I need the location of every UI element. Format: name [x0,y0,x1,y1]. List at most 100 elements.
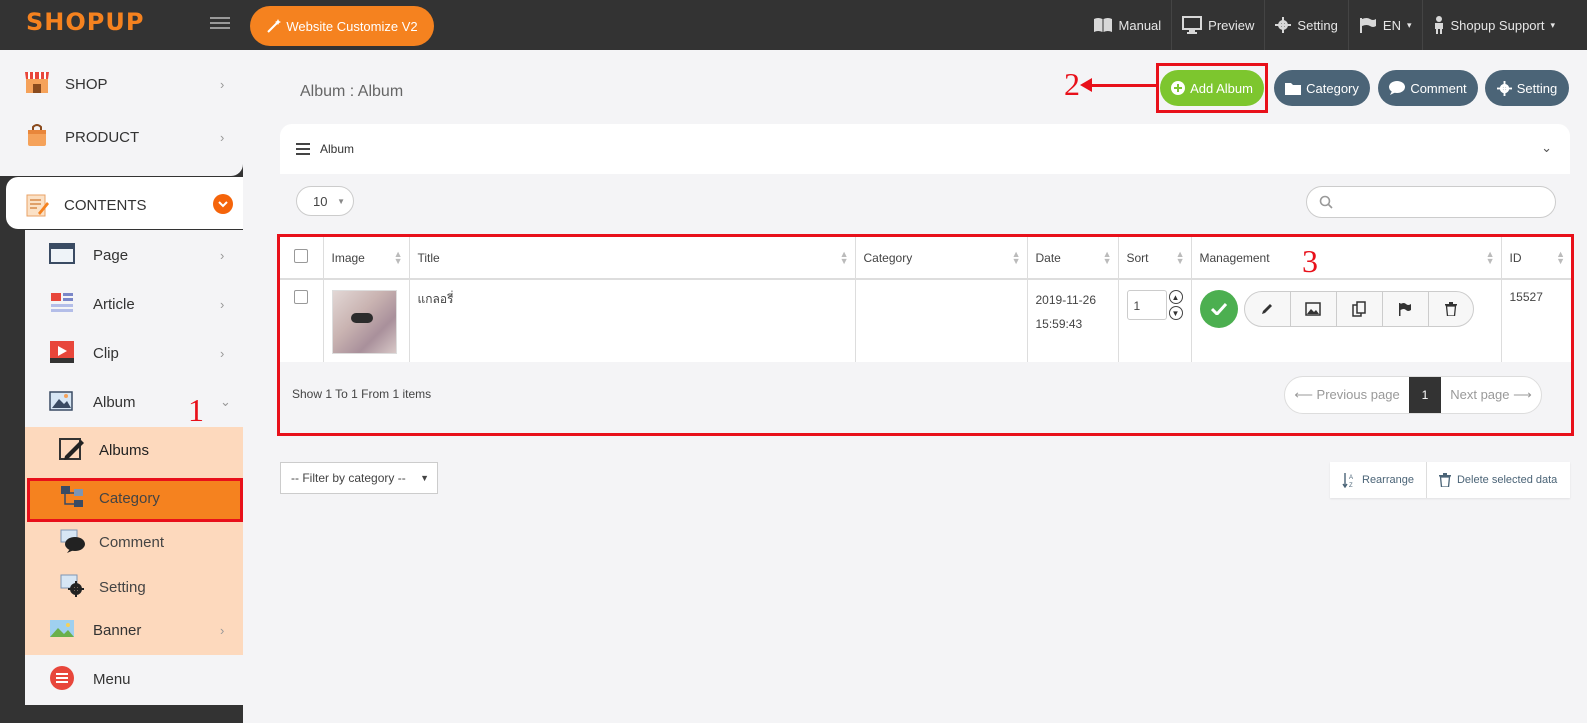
photo-album-icon [49,391,73,411]
list-menu-icon [50,666,74,690]
sidebar-item-shop[interactable]: SHOP › [0,60,243,108]
next-page-button[interactable]: Next page ⟶ [1441,387,1541,403]
sidebar-item-setting[interactable]: Setting [25,565,243,609]
sidebar-item-albums[interactable]: Albums [27,428,243,472]
sort-icon: ▲ ▼ [1175,249,1185,266]
rearrange-button[interactable]: AZ Rearrange [1330,462,1427,498]
setting-button[interactable]: Setting [1485,70,1569,106]
card-title: Album [320,142,355,156]
sort-order-input[interactable]: 1 [1126,290,1167,320]
sort-icon: ▲ ▼ [1011,249,1021,266]
flag-button[interactable] [1383,292,1429,326]
column-id[interactable]: ID ▲ ▼ [1501,237,1571,280]
shopping-bag-icon [28,124,46,146]
row-checkbox[interactable] [294,290,308,304]
sidebar-item-article[interactable]: Article › [25,282,243,326]
language-dropdown[interactable]: EN ▾ [1347,0,1422,50]
page-size-value: 10 [313,193,328,209]
table-row: แกลอรี่ 2019-11-26 15:59:43 1 ▲ ▼ 15527 [280,279,1571,365]
row-action-group [1243,291,1474,327]
shopup-logo[interactable]: SHOPUP [26,8,144,36]
banner-image-icon [50,620,74,637]
column-management[interactable]: Management ▲ ▼ [1191,237,1502,280]
shop-icon [25,72,49,93]
flag-icon [1399,303,1411,316]
category-tree-icon [61,486,83,507]
sidebar-item-album[interactable]: Album ⌄ [25,380,243,424]
caret-down-icon: ▾ [1406,19,1412,30]
album-thumbnail[interactable] [331,290,397,354]
sort-up-icon[interactable]: ▲ [1168,290,1183,304]
sidebar-item-page[interactable]: Page › [25,233,243,277]
delete-selected-button[interactable]: Delete selected data [1427,462,1569,498]
comment-button[interactable]: Comment [1378,70,1478,106]
copy-icon [1352,301,1366,317]
sort-down-icon[interactable]: ▼ [1168,306,1183,320]
svg-text:Z: Z [1349,483,1353,488]
delete-selected-label: Delete selected data [1456,474,1558,486]
category-filter-select[interactable]: -- Filter by category -- ▼ [280,462,438,494]
card-header: Album ⌄ [280,124,1570,174]
table-footer: Show 1 To 1 From 1 items ⟵ Previous page… [280,362,1571,433]
person-icon [1434,16,1443,34]
rearrange-label: Rearrange [1362,474,1414,486]
manual-link[interactable]: Manual [1083,0,1172,50]
column-sort-label: Sort [1126,250,1149,265]
preview-link[interactable]: Preview [1171,0,1264,50]
bulk-actions: AZ Rearrange Delete selected data [1330,462,1570,498]
sidebar-item-banner[interactable]: Banner › [25,608,243,652]
image-icon [1305,302,1321,316]
copy-button[interactable] [1337,292,1383,326]
sidebar-item-contents[interactable]: CONTENTS [6,180,243,230]
comment-bubble-icon [60,529,85,553]
page-title: Album : Album [300,83,404,100]
column-sort[interactable]: Sort ▲ ▼ [1118,237,1192,280]
gear-icon [1275,17,1292,33]
article-icon [51,293,73,312]
sidebar-item-menu[interactable]: Menu [25,657,243,701]
preview-label: Preview [1208,17,1255,33]
chevron-down-icon[interactable]: ⌄ [1541,140,1552,156]
column-date[interactable]: Date ▲ ▼ [1027,237,1119,280]
row-management-cell [1191,279,1502,365]
chevron-right-icon: › [220,129,225,145]
setting-link[interactable]: Setting [1264,0,1347,50]
select-all-checkbox[interactable] [294,249,308,263]
page-size-select[interactable]: 10 ▼ [296,186,354,216]
column-image[interactable]: Image ▲ ▼ [323,237,410,280]
page-1-button[interactable]: 1 [1409,377,1441,413]
column-title[interactable]: Title ▲ ▼ [409,237,856,280]
website-customize-button[interactable]: Website Customize V2 [250,6,434,46]
menu-toggle-icon[interactable] [210,14,230,34]
sidebar-item-comment[interactable]: Comment [25,520,243,564]
column-date-label: Date [1035,250,1061,265]
gallery-button[interactable] [1291,292,1337,326]
sidebar-setting-label: Setting [99,578,146,596]
list-icon [296,143,310,155]
add-album-button[interactable]: Add Album [1160,70,1264,106]
table-header-row: Image ▲ ▼ Title ▲ ▼ Category ▲ ▼ Date ▲ ▼ Sort ▲ ▼… [280,237,1571,280]
edit-button[interactable] [1245,292,1291,326]
previous-page-button[interactable]: ⟵ Previous page [1285,387,1409,403]
publish-toggle-button[interactable] [1199,290,1238,328]
sidebar-item-clip[interactable]: Clip › [25,331,243,375]
row-date: 2019-11-26 [1035,293,1097,307]
sidebar-item-product[interactable]: PRODUCT › [0,113,243,161]
delete-button[interactable] [1429,292,1473,326]
folder-icon [1285,82,1302,95]
sidebar-albums-label: Albums [99,441,150,459]
sidebar-category-label: Category [99,489,160,507]
column-category[interactable]: Category ▲ ▼ [855,237,1028,280]
chevron-right-icon: › [220,247,225,263]
search-input[interactable] [1306,186,1556,218]
caret-down-icon: ▼ [337,197,345,206]
top-bar: SHOPUP Website Customize V2 Manual Previ… [0,0,1587,50]
sort-az-icon: AZ [1342,473,1353,488]
book-icon [1093,18,1112,32]
category-button[interactable]: Category [1274,70,1370,106]
sidebar-item-category[interactable]: Category [25,476,243,520]
website-customize-label: Website Customize V2 [286,18,418,34]
chevron-down-circle-icon [213,194,233,214]
notepad-icon [26,194,49,217]
support-dropdown[interactable]: Shopup Support ▾ [1421,0,1566,50]
